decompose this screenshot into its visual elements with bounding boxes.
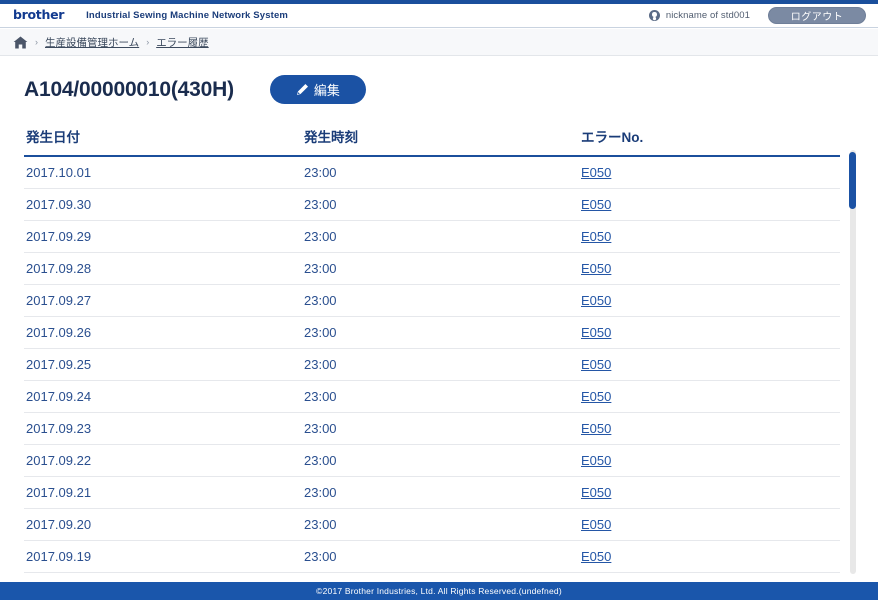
cell-error: E050 xyxy=(579,541,840,573)
breadcrumb: › 生産設備管理ホーム › エラー履歴 xyxy=(0,29,878,56)
header-right-group: nickname of std001 ログアウト xyxy=(649,7,866,24)
cell-time: 23:00 xyxy=(302,541,579,573)
logout-button[interactable]: ログアウト xyxy=(768,7,866,24)
page-root: brother Industrial Sewing Machine Networ… xyxy=(0,0,878,600)
error-history-table-container: 発生日付 発生時刻 エラーNo. 2017.10.0123:00E0502017… xyxy=(24,126,840,573)
pencil-icon xyxy=(296,83,309,96)
cell-date: 2017.09.29 xyxy=(24,221,302,253)
cell-time: 23:00 xyxy=(302,413,579,445)
error-number-link[interactable]: E050 xyxy=(581,453,611,468)
vertical-scrollbar-track[interactable] xyxy=(850,150,856,574)
error-number-link[interactable]: E050 xyxy=(581,517,611,532)
table-row: 2017.09.2423:00E050 xyxy=(24,381,840,413)
breadcrumb-item-home[interactable]: 生産設備管理ホーム xyxy=(45,35,139,50)
cell-date: 2017.09.24 xyxy=(24,381,302,413)
table-row: 2017.09.2223:00E050 xyxy=(24,445,840,477)
cell-date: 2017.10.01 xyxy=(24,156,302,189)
cell-time: 23:00 xyxy=(302,189,579,221)
edit-button[interactable]: 編集 xyxy=(270,75,366,104)
cell-date: 2017.09.19 xyxy=(24,541,302,573)
table-row: 2017.09.2923:00E050 xyxy=(24,221,840,253)
cell-time: 23:00 xyxy=(302,477,579,509)
table-body: 2017.10.0123:00E0502017.09.3023:00E05020… xyxy=(24,156,840,573)
cell-time: 23:00 xyxy=(302,381,579,413)
app-header: brother Industrial Sewing Machine Networ… xyxy=(0,4,878,28)
table-header-row: 発生日付 発生時刻 エラーNo. xyxy=(24,126,840,156)
app-title: Industrial Sewing Machine Network System xyxy=(86,10,288,21)
error-number-link[interactable]: E050 xyxy=(581,485,611,500)
table-row: 2017.09.2623:00E050 xyxy=(24,317,840,349)
error-number-link[interactable]: E050 xyxy=(581,197,611,212)
error-number-link[interactable]: E050 xyxy=(581,325,611,340)
edit-button-label: 編集 xyxy=(314,80,340,99)
cell-error: E050 xyxy=(579,253,840,285)
table-row: 2017.09.2823:00E050 xyxy=(24,253,840,285)
copyright-text: ©2017 Brother Industries, Ltd. All Right… xyxy=(316,586,562,596)
cell-date: 2017.09.23 xyxy=(24,413,302,445)
cell-time: 23:00 xyxy=(302,285,579,317)
column-header-time: 発生時刻 xyxy=(302,126,579,156)
cell-time: 23:00 xyxy=(302,349,579,381)
error-number-link[interactable]: E050 xyxy=(581,357,611,372)
vertical-scrollbar-thumb[interactable] xyxy=(849,152,856,209)
table-row: 2017.09.2023:00E050 xyxy=(24,509,840,541)
cell-error: E050 xyxy=(579,445,840,477)
cell-error: E050 xyxy=(579,317,840,349)
cell-date: 2017.09.30 xyxy=(24,189,302,221)
user-circle-icon xyxy=(649,10,660,21)
footer: ©2017 Brother Industries, Ltd. All Right… xyxy=(0,582,878,600)
error-number-link[interactable]: E050 xyxy=(581,229,611,244)
title-row: A104/00000010(430H) 編集 xyxy=(24,75,366,104)
cell-date: 2017.09.27 xyxy=(24,285,302,317)
cell-date: 2017.09.22 xyxy=(24,445,302,477)
breadcrumb-separator-2: › xyxy=(146,37,149,47)
cell-time: 23:00 xyxy=(302,221,579,253)
cell-error: E050 xyxy=(579,285,840,317)
table-row: 2017.09.2523:00E050 xyxy=(24,349,840,381)
cell-date: 2017.09.26 xyxy=(24,317,302,349)
column-header-error: エラーNo. xyxy=(579,126,840,156)
table-row: 2017.09.2323:00E050 xyxy=(24,413,840,445)
error-number-link[interactable]: E050 xyxy=(581,421,611,436)
brother-logo: brother xyxy=(13,9,64,22)
home-icon[interactable] xyxy=(13,36,28,49)
error-number-link[interactable]: E050 xyxy=(581,165,611,180)
table-row: 2017.09.1923:00E050 xyxy=(24,541,840,573)
breadcrumb-separator-1: › xyxy=(35,37,38,47)
cell-time: 23:00 xyxy=(302,445,579,477)
cell-time: 23:00 xyxy=(302,317,579,349)
cell-error: E050 xyxy=(579,189,840,221)
cell-error: E050 xyxy=(579,381,840,413)
column-header-date: 発生日付 xyxy=(24,126,302,156)
page-title: A104/00000010(430H) xyxy=(24,78,234,102)
cell-date: 2017.09.20 xyxy=(24,509,302,541)
cell-date: 2017.09.25 xyxy=(24,349,302,381)
cell-time: 23:00 xyxy=(302,253,579,285)
table-row: 2017.09.3023:00E050 xyxy=(24,189,840,221)
error-number-link[interactable]: E050 xyxy=(581,549,611,564)
cell-error: E050 xyxy=(579,509,840,541)
cell-error: E050 xyxy=(579,221,840,253)
breadcrumb-item-error-history[interactable]: エラー履歴 xyxy=(156,35,209,50)
cell-error: E050 xyxy=(579,413,840,445)
cell-time: 23:00 xyxy=(302,156,579,189)
error-number-link[interactable]: E050 xyxy=(581,389,611,404)
cell-error: E050 xyxy=(579,349,840,381)
cell-date: 2017.09.21 xyxy=(24,477,302,509)
cell-time: 23:00 xyxy=(302,509,579,541)
error-history-table: 発生日付 発生時刻 エラーNo. 2017.10.0123:00E0502017… xyxy=(24,126,840,573)
cell-date: 2017.09.28 xyxy=(24,253,302,285)
table-row: 2017.09.2123:00E050 xyxy=(24,477,840,509)
error-number-link[interactable]: E050 xyxy=(581,261,611,276)
table-row: 2017.10.0123:00E050 xyxy=(24,156,840,189)
cell-error: E050 xyxy=(579,156,840,189)
user-name-label: nickname of std001 xyxy=(666,10,750,21)
cell-error: E050 xyxy=(579,477,840,509)
error-number-link[interactable]: E050 xyxy=(581,293,611,308)
table-row: 2017.09.2723:00E050 xyxy=(24,285,840,317)
